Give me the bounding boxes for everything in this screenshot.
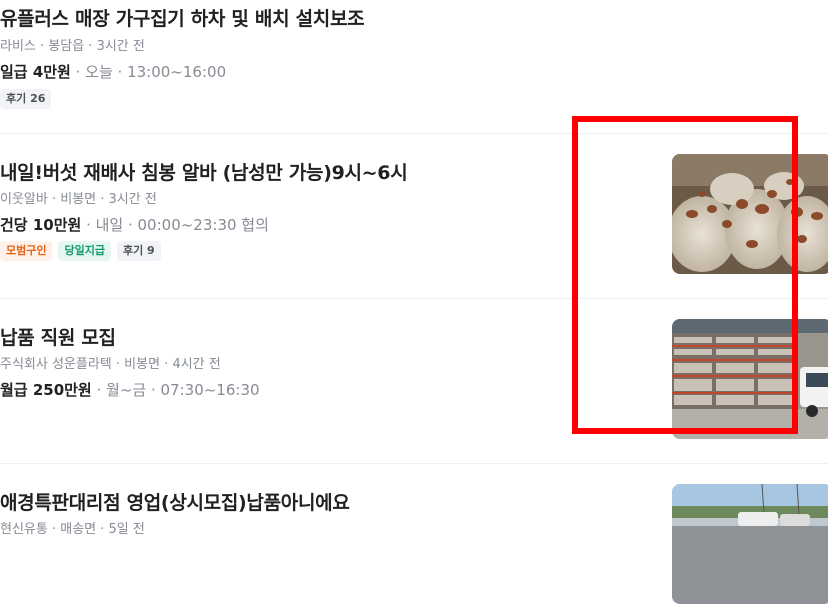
list-item[interactable]: 내일!버섯 재배사 침봉 알바 (남성만 가능)9시~6시 이웃알바 · 비봉면… bbox=[0, 134, 828, 298]
schedule: · 월~금 · 07:30~16:30 bbox=[91, 381, 260, 399]
model-employer-badge: 모범구인 bbox=[0, 241, 53, 261]
pay-amount: 건당 10만원 bbox=[0, 216, 82, 234]
pay-line: 건당 10만원 · 내일 · 00:00~23:30 협의 bbox=[0, 214, 269, 235]
pay-amount: 일급 4만원 bbox=[0, 63, 71, 81]
pay-amount: 월급 250만원 bbox=[0, 381, 92, 399]
pay-line: 월급 250만원 · 월~금 · 07:30~16:30 bbox=[0, 379, 260, 400]
review-count-badge: 후기 26 bbox=[0, 89, 52, 109]
tag-list: 모범구인 당일지급 후기 9 bbox=[0, 241, 161, 261]
mushroom-farm-photo[interactable] bbox=[672, 154, 828, 274]
list-item[interactable]: 애경특판대리점 영업(상시모집)납품아니에요 현신유통 · 매송면 · 5일 전 bbox=[0, 464, 828, 604]
review-count-badge: 후기 9 bbox=[116, 241, 161, 261]
job-title[interactable]: 유플러스 매장 가구집기 하차 및 배치 설치보조 bbox=[0, 4, 365, 31]
warehouse-truck-photo[interactable] bbox=[672, 319, 828, 439]
schedule: · 오늘 · 13:00~16:00 bbox=[70, 63, 227, 81]
job-meta: 이웃알바 · 비봉면 · 3시간 전 bbox=[0, 192, 157, 207]
job-meta: 라비스 · 봉담읍 · 3시간 전 bbox=[0, 39, 145, 54]
job-meta: 현신유통 · 매송면 · 5일 전 bbox=[0, 522, 145, 537]
list-item[interactable]: 유플러스 매장 가구집기 하차 및 배치 설치보조 라비스 · 봉담읍 · 3시… bbox=[0, 0, 828, 133]
job-title[interactable]: 애경특판대리점 영업(상시모집)납품아니에요 bbox=[0, 488, 350, 515]
list-item[interactable]: 납품 직원 모집 주식회사 성운플라텍 · 비봉면 · 4시간 전 월급 250… bbox=[0, 299, 828, 463]
job-title[interactable]: 납품 직원 모집 bbox=[0, 323, 116, 350]
same-day-pay-badge: 당일지급 bbox=[58, 241, 111, 261]
job-meta: 주식회사 성운플라텍 · 비봉면 · 4시간 전 bbox=[0, 357, 221, 372]
job-title[interactable]: 내일!버섯 재배사 침봉 알바 (남성만 가능)9시~6시 bbox=[0, 158, 408, 185]
pay-line: 일급 4만원 · 오늘 · 13:00~16:00 bbox=[0, 61, 226, 82]
schedule: · 내일 · 00:00~23:30 협의 bbox=[81, 216, 269, 234]
parking-lot-photo[interactable] bbox=[672, 484, 828, 604]
tag-list: 후기 26 bbox=[0, 89, 52, 109]
